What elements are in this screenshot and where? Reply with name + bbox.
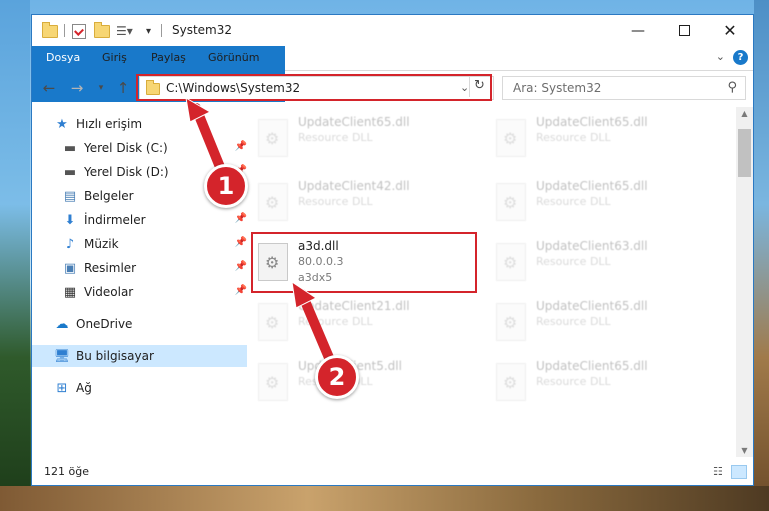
arrow-2 [291,280,335,365]
step-1-badge: 1 [204,164,248,208]
annotation-arrows [185,97,335,365]
step-2-badge: 2 [315,355,359,399]
arrow-1 [185,97,227,177]
